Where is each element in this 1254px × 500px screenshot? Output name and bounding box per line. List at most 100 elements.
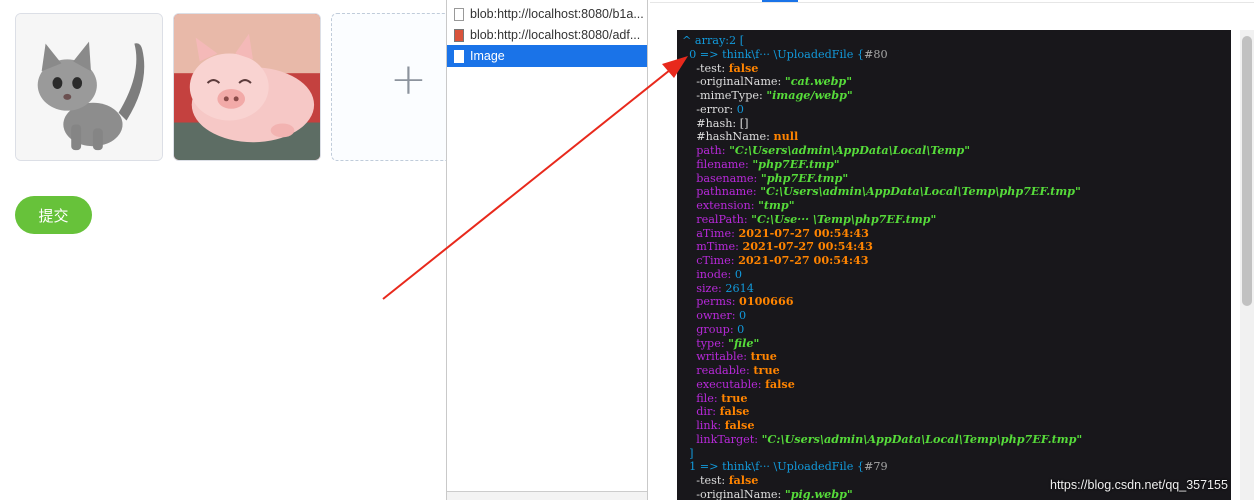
pig-thumbnail[interactable] xyxy=(173,13,321,161)
dump-value: false xyxy=(765,376,795,391)
document-icon xyxy=(454,49,464,63)
dump-line: writable: true xyxy=(682,349,777,364)
dump-value: null xyxy=(773,129,799,144)
dump-key: perms: xyxy=(682,295,740,309)
dump-line: -mimeType: "image/webp" xyxy=(682,88,853,103)
dump-line: #hashName: null xyxy=(682,129,799,144)
list-item-label: blob:http://localhost:8080/b1a... xyxy=(470,7,644,21)
dump-value: 2021-07-27 00:54:43 xyxy=(738,253,869,267)
dump-key: file: xyxy=(682,391,722,405)
dump-line: 0 => think\f··· \UploadedFile {#80 xyxy=(682,48,888,62)
dump-line: readable: true xyxy=(682,363,780,378)
dump-line: #hash: [] xyxy=(682,117,748,131)
dump-value: "C:\Use··· \Temp\php7EF.tmp" xyxy=(751,211,937,226)
dump-value: true xyxy=(753,363,780,377)
dump-value: 0 xyxy=(737,322,745,336)
watermark-text: https://blog.csdn.net/qq_357155 xyxy=(1050,478,1228,492)
dump-key: mTime: xyxy=(682,240,743,254)
dump-key: owner: xyxy=(682,309,740,322)
dump-key: pathname: xyxy=(682,185,761,199)
dump-line: dir: false xyxy=(682,404,750,419)
dump-line: -originalName: "cat.webp" xyxy=(682,74,853,89)
dump-header[interactable]: ^ array:2 [ xyxy=(682,34,744,48)
dump-value: "pig.webp" xyxy=(784,486,853,500)
dump-value: "php7EF.tmp" xyxy=(752,156,840,171)
cat-thumbnail[interactable] xyxy=(15,13,163,161)
dump-value: 0 xyxy=(736,102,744,116)
dump-value: 0 xyxy=(739,309,747,322)
dump-value: false xyxy=(719,404,750,419)
dump-key: #hashName: xyxy=(682,130,774,144)
dump-value: 2021-07-27 00:54:43 xyxy=(738,225,869,240)
dump-value: "php7EF.tmp" xyxy=(760,170,849,185)
pig-plush-image-icon xyxy=(174,14,320,160)
dump-line: size: 2614 xyxy=(682,282,754,296)
dump-line: basename: "php7EF.tmp" xyxy=(682,170,849,186)
dump-line: type: "file" xyxy=(682,335,760,351)
dump-key: -originalName: xyxy=(682,75,785,89)
dump-line: inode: 0 xyxy=(682,268,742,282)
dump-key: -test: xyxy=(682,61,729,75)
dump-key: group: xyxy=(682,322,738,336)
dump-key: type: xyxy=(682,336,729,350)
dump-object-ref: #79 xyxy=(864,460,888,474)
dump-value: false xyxy=(724,418,755,432)
dump-value: [] xyxy=(739,116,749,130)
dump-key: -originalName: xyxy=(682,487,785,500)
dump-line: owner: 0 xyxy=(682,309,746,323)
dump-line: linkTarget: "C:\Users\admin\AppData\Loca… xyxy=(682,431,1083,447)
dump-key: -mimeType: xyxy=(682,89,767,102)
dump-value: "C:\Users\admin\AppData\Local\Temp\php7E… xyxy=(760,184,1081,199)
dump-value: 2021-07-27 00:54:43 xyxy=(742,239,873,254)
scrollbar-thumb[interactable] xyxy=(1242,36,1252,306)
var-dump-output: ^ array:2 [ 0 => think\f··· \UploadedFil… xyxy=(677,30,1231,500)
dump-key: filename: xyxy=(682,157,753,171)
plus-icon: + xyxy=(390,54,427,105)
image-file-icon xyxy=(454,28,464,42)
dump-key: size: xyxy=(682,281,726,295)
dump-key: link: xyxy=(682,419,725,432)
dump-line: perms: 0100666 xyxy=(682,294,793,309)
dump-value: false xyxy=(728,473,759,487)
dump-value: "C:\Users\admin\AppData\Local\Temp\php7E… xyxy=(761,431,1083,446)
document-icon xyxy=(454,7,464,21)
dump-line: path: "C:\Users\admin\AppData\Local\Temp… xyxy=(682,143,970,158)
vertical-scrollbar[interactable] xyxy=(1240,30,1254,500)
dump-line: link: false xyxy=(682,418,755,433)
dump-object-header: 1 => think\f··· \UploadedFile { xyxy=(682,460,864,474)
dump-object-ref: #80 xyxy=(864,47,888,61)
dump-key: basename: xyxy=(682,171,761,185)
list-item-image[interactable]: Image xyxy=(447,45,647,67)
dump-line: -test: false xyxy=(682,60,759,76)
dump-value: true xyxy=(721,390,748,405)
kitten-image-icon xyxy=(16,14,162,160)
dump-value: "cat.webp" xyxy=(784,74,853,89)
list-scrollbar[interactable] xyxy=(447,491,647,500)
list-item-blob-1[interactable]: blob:http://localhost:8080/b1a... xyxy=(447,3,647,25)
dump-value: 0 xyxy=(734,267,742,281)
dump-line: extension: "tmp" xyxy=(682,198,795,213)
dump-key: aTime: xyxy=(682,226,739,240)
dump-key: executable: xyxy=(682,377,766,391)
dump-key: -error: xyxy=(682,102,737,116)
dump-value: false xyxy=(728,60,759,75)
dump-key: realPath: xyxy=(682,212,752,226)
dump-key: path: xyxy=(682,144,730,157)
dump-line: realPath: "C:\Use··· \Temp\php7EF.tmp" xyxy=(682,211,937,227)
dump-line: filename: "php7EF.tmp" xyxy=(682,156,840,172)
submit-button[interactable]: 提交 xyxy=(15,196,92,234)
dump-line: executable: false xyxy=(682,376,795,392)
dump-header-text: ^ array:2 [ xyxy=(682,34,745,47)
dump-key: cTime: xyxy=(682,254,739,267)
dump-key: dir: xyxy=(682,405,720,419)
panel-divider xyxy=(650,2,1254,3)
dump-value: "tmp" xyxy=(758,198,795,212)
request-list-panel: blob:http://localhost:8080/b1a... blob:h… xyxy=(446,0,648,500)
dump-value: "file" xyxy=(728,335,760,350)
list-item-blob-2[interactable]: blob:http://localhost:8080/adf... xyxy=(447,24,647,46)
dump-line: cTime: 2021-07-27 00:54:43 xyxy=(682,253,869,268)
dump-line: -error: 0 xyxy=(682,103,744,117)
dump-key: inode: xyxy=(682,267,735,281)
dump-key: readable: xyxy=(682,364,754,377)
dump-key: linkTarget: xyxy=(682,432,762,446)
